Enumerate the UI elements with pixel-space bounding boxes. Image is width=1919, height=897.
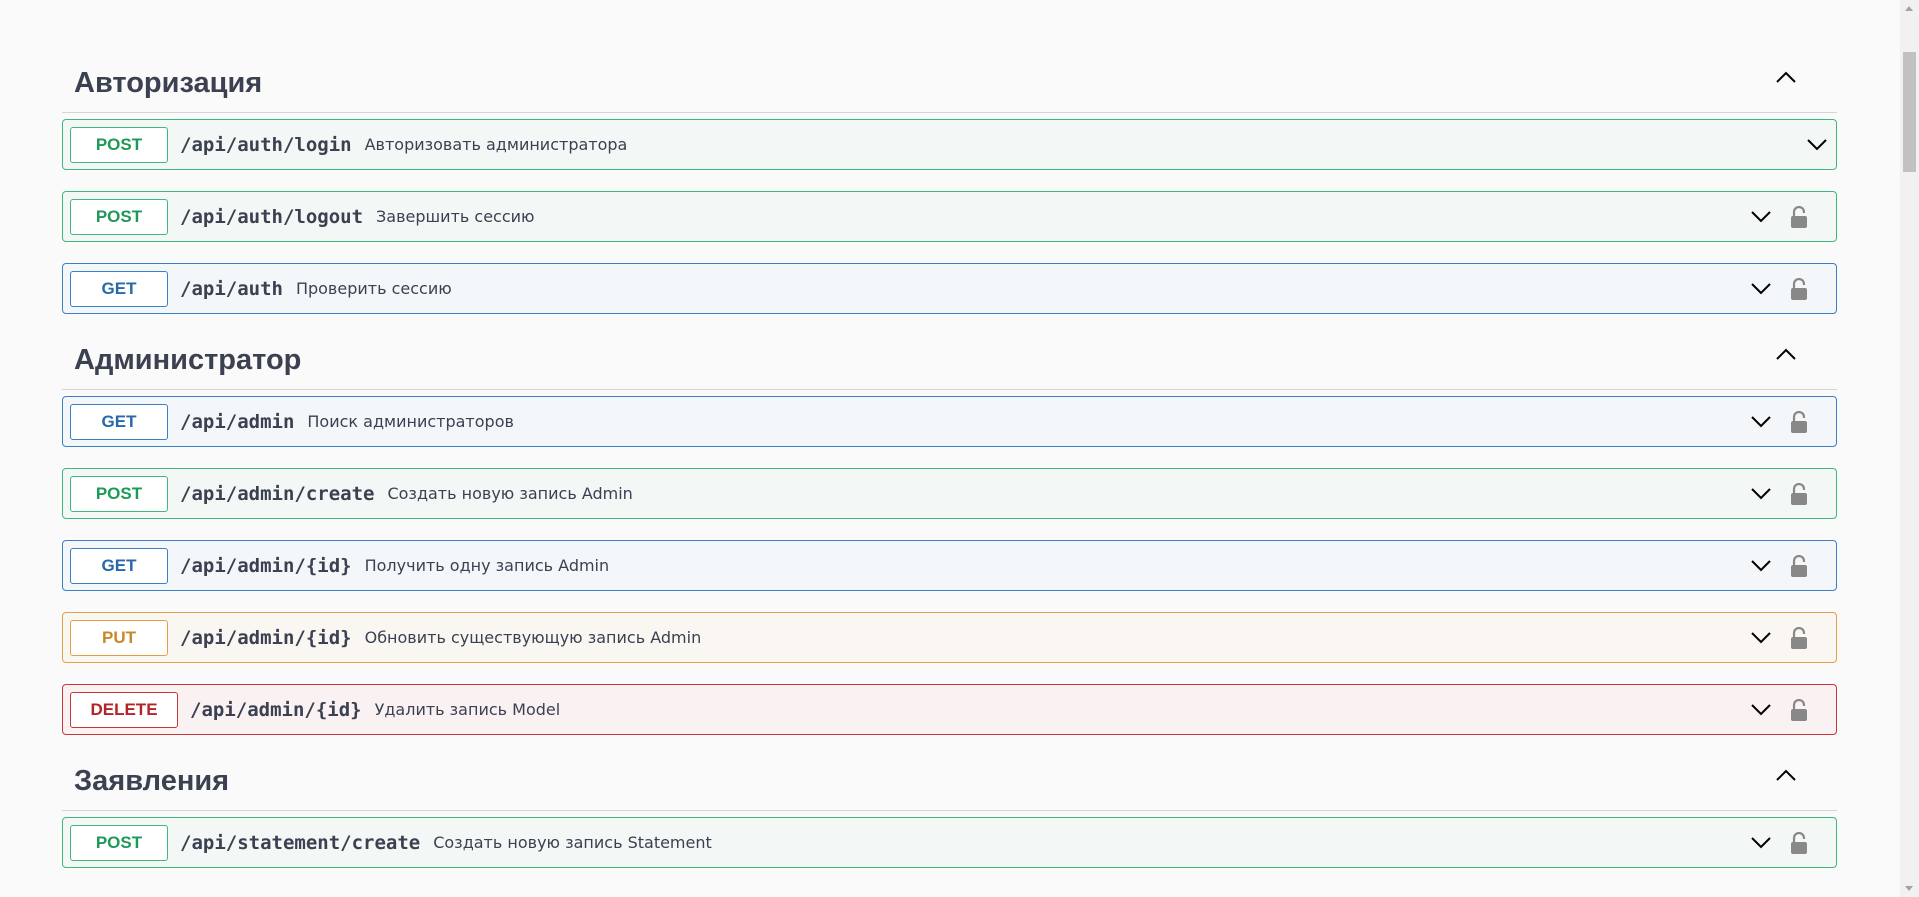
operation-summary: Авторизовать администратора: [364, 135, 628, 154]
method-badge: POST: [70, 824, 168, 861]
operation-path: /api/admin/create: [180, 482, 375, 505]
operations-list: Авторизация POST /api/auth/login Авториз…: [62, 44, 1837, 889]
section-auth: Авторизация POST /api/auth/login Авториз…: [62, 44, 1837, 314]
section-title: Авторизация: [74, 67, 263, 99]
operation-row[interactable]: POST /api/auth/login Авторизовать админи…: [62, 119, 1837, 170]
operation-row[interactable]: GET /api/admin/{id} Получить одну запись…: [62, 540, 1837, 591]
section-header[interactable]: Администратор: [62, 335, 1837, 390]
operation-summary: Обновить существующую запись Admin: [364, 628, 702, 647]
chevron-down-icon[interactable]: [1748, 409, 1774, 435]
operation-path: /api/statement/create: [180, 831, 421, 854]
operation-row[interactable]: DELETE /api/admin/{id} Удалить запись Mo…: [62, 684, 1837, 735]
lock-icon[interactable]: [1786, 697, 1812, 723]
swagger-page: Авторизация POST /api/auth/login Авториз…: [0, 0, 1900, 897]
method-badge: GET: [70, 270, 168, 307]
operation-row[interactable]: POST /api/auth/logout Завершить сессию: [62, 191, 1837, 242]
chevron-down-icon[interactable]: [1748, 697, 1774, 723]
vertical-scrollbar[interactable]: [1900, 0, 1919, 897]
chevron-down-icon[interactable]: [1748, 276, 1774, 302]
operation-summary: Создать новую запись Admin: [387, 484, 633, 503]
section-admin: Администратор GET /api/admin Поиск админ…: [62, 335, 1837, 735]
operation-summary: Удалить запись Model: [374, 700, 561, 719]
section-header[interactable]: Заявления: [62, 756, 1837, 811]
chevron-up-icon[interactable]: [1771, 760, 1801, 790]
section-statements: Заявления POST /api/statement/create Соз…: [62, 756, 1837, 868]
operation-path: /api/admin: [180, 410, 295, 433]
method-badge: GET: [70, 403, 168, 440]
operation-path: /api/auth: [180, 277, 283, 300]
lock-icon[interactable]: [1786, 481, 1812, 507]
method-badge: GET: [70, 547, 168, 584]
lock-icon[interactable]: [1786, 409, 1812, 435]
chevron-up-icon[interactable]: [1771, 339, 1801, 369]
operation-row[interactable]: POST /api/admin/create Создать новую зап…: [62, 468, 1837, 519]
method-badge: DELETE: [70, 691, 178, 728]
operation-summary: Поиск администраторов: [307, 412, 514, 431]
operation-summary: Проверить сессию: [295, 279, 452, 298]
lock-icon[interactable]: [1786, 276, 1812, 302]
operation-row[interactable]: PUT /api/admin/{id} Обновить существующу…: [62, 612, 1837, 663]
chevron-down-icon[interactable]: [1748, 204, 1774, 230]
operation-path: /api/auth/login: [180, 133, 352, 156]
method-badge: POST: [70, 126, 168, 163]
operation-summary: Завершить сессию: [376, 207, 535, 226]
lock-icon[interactable]: [1786, 204, 1812, 230]
operation-summary: Создать новую запись Statement: [433, 833, 712, 852]
chevron-down-icon[interactable]: [1748, 553, 1774, 579]
method-badge: PUT: [70, 619, 168, 656]
section-header[interactable]: Авторизация: [62, 44, 1837, 113]
chevron-down-icon[interactable]: [1748, 481, 1774, 507]
chevron-down-icon[interactable]: [1804, 132, 1830, 158]
operation-path: /api/admin/{id}: [180, 554, 352, 577]
method-badge: POST: [70, 475, 168, 512]
section-title: Заявления: [74, 765, 230, 797]
scroll-up-icon[interactable]: [1905, 6, 1913, 11]
chevron-up-icon[interactable]: [1771, 62, 1801, 92]
scrollbar-thumb[interactable]: [1903, 52, 1916, 172]
operation-summary: Получить одну запись Admin: [364, 556, 610, 575]
operation-path: /api/auth/logout: [180, 205, 364, 228]
section-title: Администратор: [74, 344, 302, 376]
operation-row[interactable]: GET /api/auth Проверить сессию: [62, 263, 1837, 314]
lock-icon[interactable]: [1786, 553, 1812, 579]
chevron-down-icon[interactable]: [1748, 625, 1774, 651]
operation-path: /api/admin/{id}: [180, 626, 352, 649]
lock-icon[interactable]: [1786, 625, 1812, 651]
chevron-down-icon[interactable]: [1748, 830, 1774, 856]
operation-row[interactable]: POST /api/statement/create Создать новую…: [62, 817, 1837, 868]
scroll-down-icon[interactable]: [1905, 886, 1913, 891]
operation-path: /api/admin/{id}: [190, 698, 362, 721]
operation-row[interactable]: GET /api/admin Поиск администраторов: [62, 396, 1837, 447]
lock-icon[interactable]: [1786, 830, 1812, 856]
method-badge: POST: [70, 198, 168, 235]
